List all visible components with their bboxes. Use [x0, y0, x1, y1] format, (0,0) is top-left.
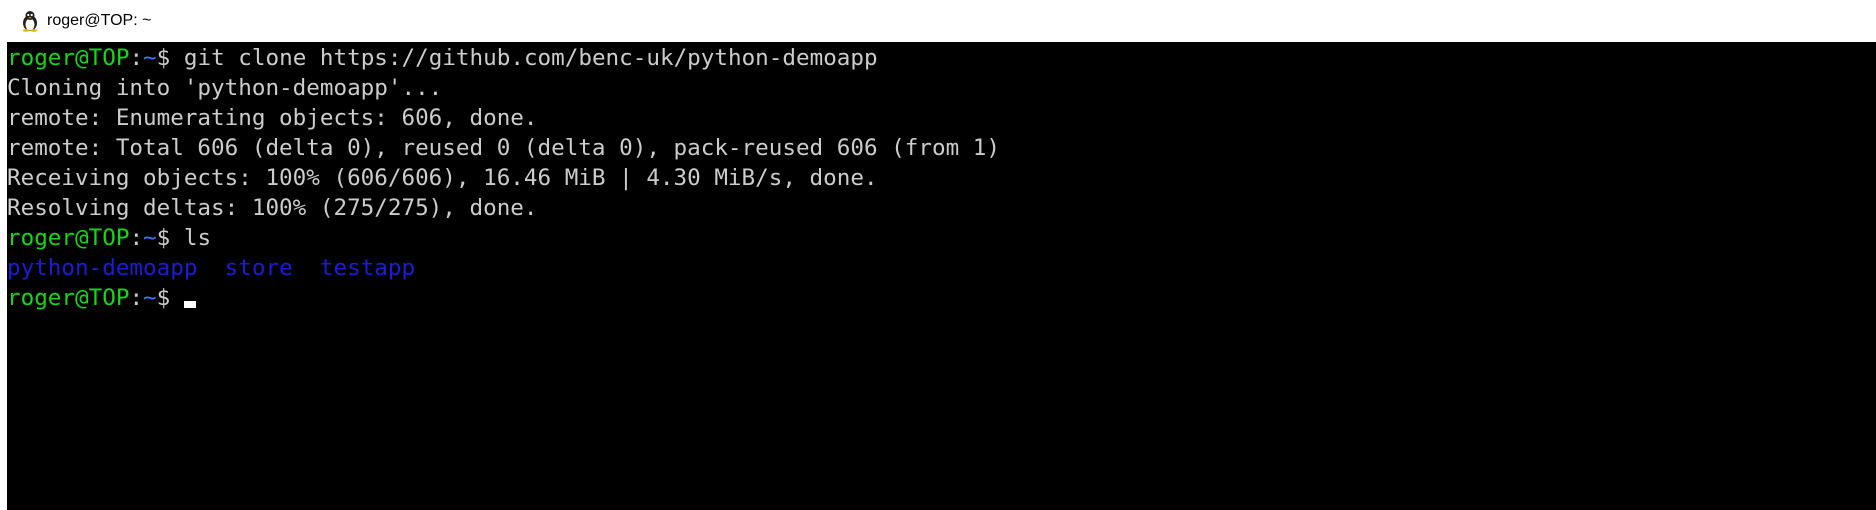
window-title: roger@TOP: ~: [47, 12, 152, 29]
terminal-line: roger@TOP:~$ git clone https://github.co…: [7, 42, 1876, 72]
directory-entry: testapp: [319, 255, 416, 281]
prompt-user-host: roger@TOP: [7, 45, 130, 71]
terminal-line: Cloning into 'python-demoapp'...: [7, 75, 443, 101]
terminal-line: Receiving objects: 100% (606/606), 16.46…: [7, 165, 878, 191]
prompt-separator: :: [129, 285, 144, 311]
terminal-window: roger@TOP: ~ roger@TOP:~$ git clone http…: [0, 0, 1876, 510]
linux-penguin-icon: [19, 8, 41, 34]
ls-gap: [293, 255, 320, 281]
window-left-border: [0, 42, 7, 510]
prompt-path: ~: [143, 45, 157, 71]
directory-entry: python-demoapp: [7, 255, 198, 281]
prompt-separator: :: [129, 225, 144, 251]
prompt-separator: :: [129, 45, 144, 71]
prompt-path: ~: [143, 285, 157, 311]
prompt-user-host: roger@TOP: [7, 225, 130, 251]
prompt-symbol: $: [156, 285, 184, 311]
prompt-symbol: $: [156, 45, 184, 71]
text-cursor: [183, 301, 196, 308]
directory-entry: store: [224, 255, 293, 281]
terminal-line: roger@TOP:~$ ls: [7, 222, 1876, 252]
terminal-line: roger@TOP:~$: [7, 282, 1876, 312]
prompt-user-host: roger@TOP: [7, 285, 130, 311]
ls-gap: [197, 255, 224, 281]
title-bar[interactable]: roger@TOP: ~: [0, 0, 1876, 42]
terminal-output[interactable]: roger@TOP:~$ git clone https://github.co…: [7, 42, 1876, 510]
ls-output-line: python-demoapp store testapp: [7, 252, 1876, 282]
command-text: ls: [183, 225, 212, 251]
terminal-line: Resolving deltas: 100% (275/275), done.: [7, 195, 538, 221]
command-text: git clone https://github.com/benc-uk/pyt…: [183, 45, 878, 71]
prompt-path: ~: [143, 225, 157, 251]
prompt-symbol: $: [156, 225, 184, 251]
terminal-line: remote: Enumerating objects: 606, done.: [7, 105, 538, 131]
terminal-line: remote: Total 606 (delta 0), reused 0 (d…: [7, 135, 1000, 161]
